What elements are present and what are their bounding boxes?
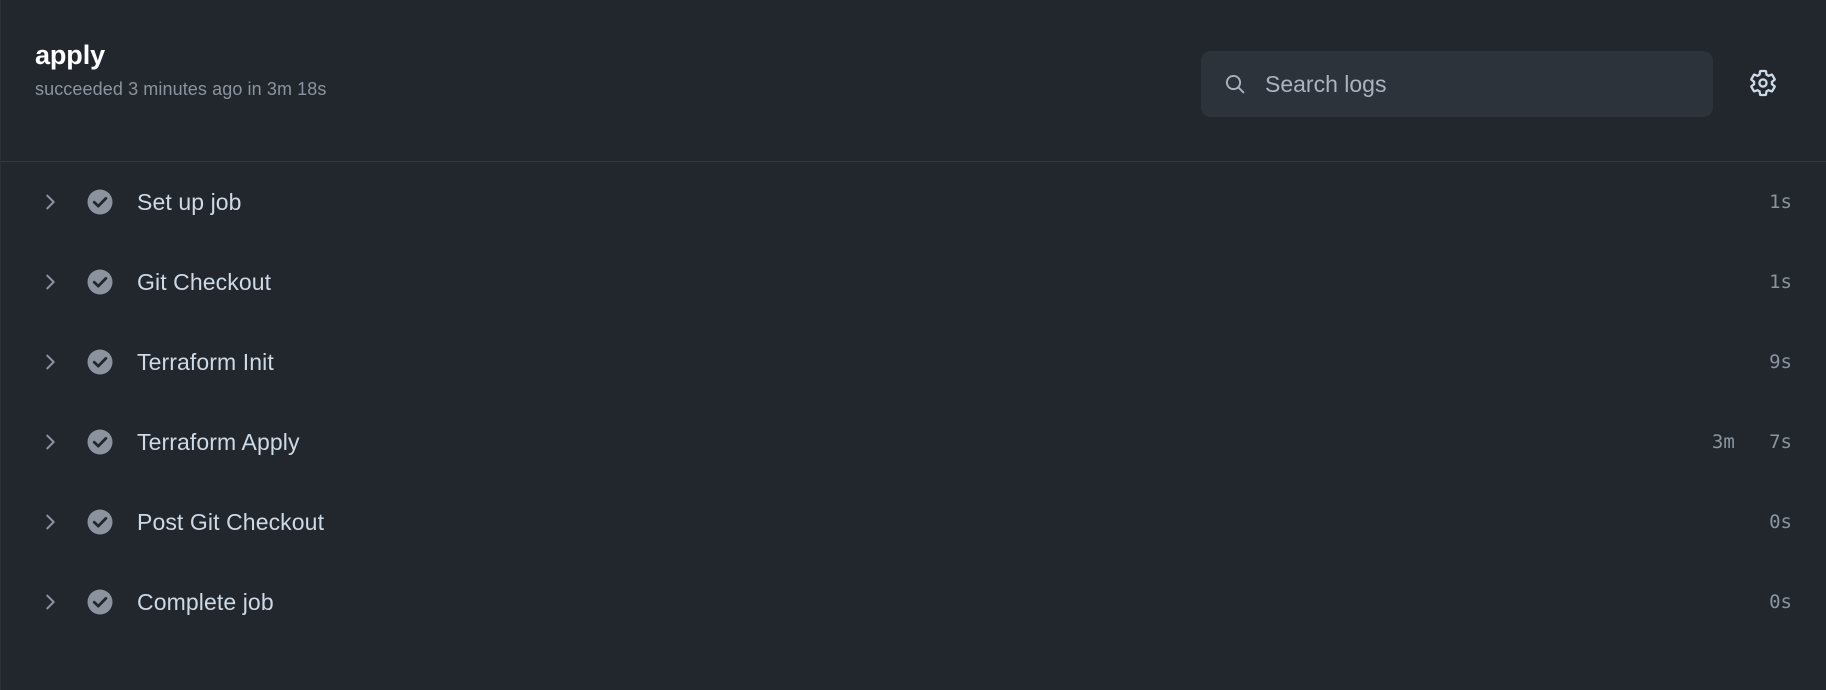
step-duration: 0s [1711,511,1792,533]
check-circle-icon [85,507,115,537]
job-status-summary: succeeded 3 minutes ago in 3m 18s [35,79,327,99]
step-name: Terraform Apply [137,428,300,455]
chevron-right-icon[interactable] [39,511,61,533]
step-duration: 9s [1711,351,1792,373]
settings-button[interactable] [1741,62,1785,106]
table-row[interactable]: Set up job 1s [1,162,1826,242]
check-circle-icon [85,187,115,217]
chevron-right-icon[interactable] [39,431,61,453]
gear-icon [1748,68,1778,101]
step-duration: 1s [1711,271,1792,293]
page-title: apply [35,40,106,70]
step-duration: 0s [1711,591,1792,613]
table-row[interactable]: Complete job 0s [1,562,1826,642]
table-row[interactable]: Terraform Apply 3m 7s [1,402,1826,482]
check-circle-icon [85,267,115,297]
search-icon [1223,72,1247,96]
table-row[interactable]: Terraform Init 9s [1,322,1826,402]
step-name: Complete job [137,588,274,615]
table-row[interactable]: Git Checkout 1s [1,242,1826,322]
job-steps-list: Set up job 1s Git Checkout 1s Terraform … [1,162,1826,690]
check-circle-icon [85,587,115,617]
step-duration: 3m 7s [1711,431,1792,453]
chevron-right-icon[interactable] [39,591,61,613]
check-circle-icon [85,427,115,457]
check-circle-icon [85,347,115,377]
job-header: apply succeeded 3 minutes ago in 3m 18s [1,0,1826,162]
step-name: Set up job [137,188,242,215]
step-duration: 1s [1711,191,1792,213]
chevron-right-icon[interactable] [39,271,61,293]
chevron-right-icon[interactable] [39,351,61,373]
search-input[interactable] [1265,64,1695,104]
step-name: Post Git Checkout [137,508,325,535]
chevron-right-icon[interactable] [39,191,61,213]
step-name: Terraform Init [137,348,274,375]
table-row[interactable]: Post Git Checkout 0s [1,482,1826,562]
job-log-panel: apply succeeded 3 minutes ago in 3m 18s [0,0,1826,690]
job-title-block: apply succeeded 3 minutes ago in 3m 18s [35,38,326,102]
search-logs-box[interactable] [1201,51,1713,117]
step-name: Git Checkout [137,268,272,295]
